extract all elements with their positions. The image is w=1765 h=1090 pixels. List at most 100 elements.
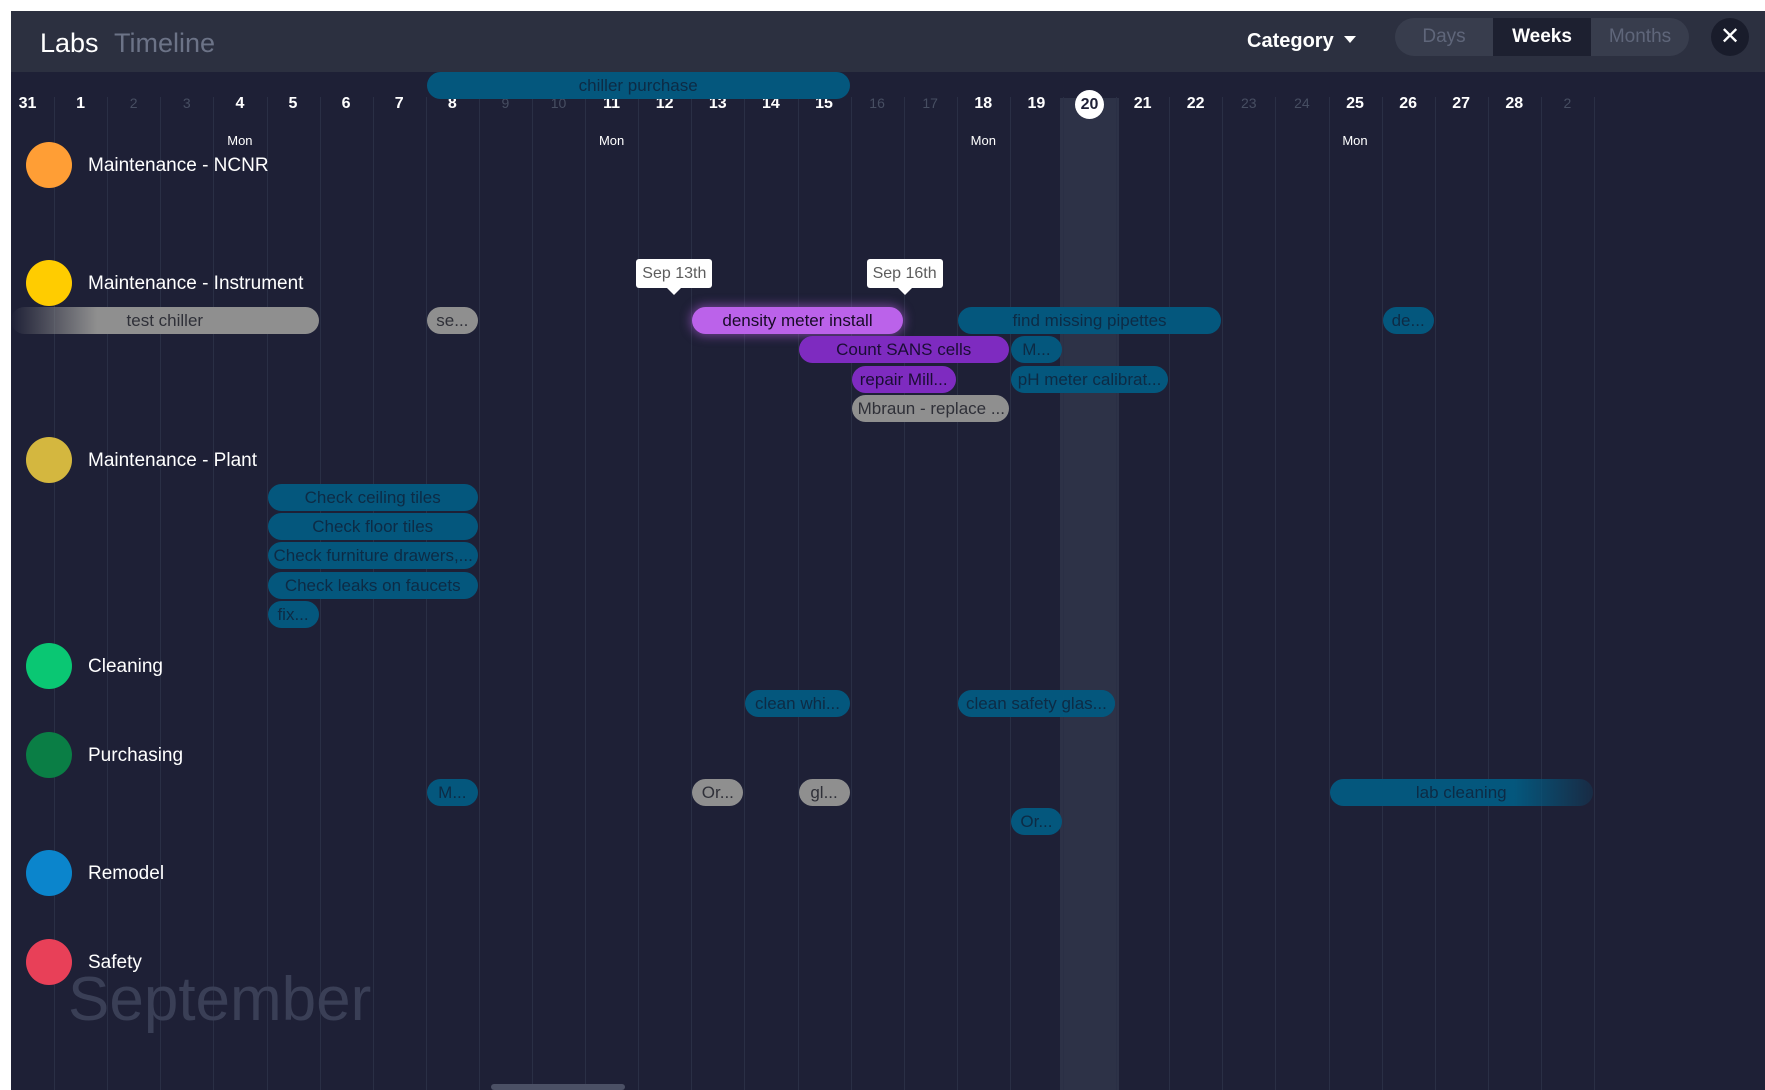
day-gridline [213, 97, 215, 1090]
day-label: 4 [235, 95, 245, 112]
day-gridline [532, 97, 533, 1090]
event-bar[interactable]: Count SANS cells [798, 336, 1009, 363]
weekday-label: Mon [970, 133, 996, 148]
category-label: Category [1247, 30, 1334, 52]
close-button[interactable]: ✕ [1711, 18, 1749, 56]
top-bar: Labs Timeline Category Days Weeks Months… [11, 11, 1765, 72]
event-bar[interactable]: pH meter calibrat... [1010, 366, 1169, 393]
day-gridline [266, 97, 268, 1090]
category-dropdown[interactable]: Category [1247, 25, 1356, 57]
event-bar[interactable]: Or... [692, 779, 744, 806]
category-color-dot [26, 939, 72, 985]
event-bar[interactable]: repair Mill... [851, 366, 956, 393]
app-brand: Labs [40, 28, 99, 58]
category-color-dot [26, 260, 72, 306]
category-name: Purchasing [88, 745, 184, 766]
event-bar[interactable]: Mbraun - replace ... [851, 395, 1009, 422]
today-marker: 20 [1075, 90, 1104, 119]
view-mode-switch: Days Weeks Months [1395, 18, 1689, 56]
event-bar[interactable]: find missing pipettes [957, 307, 1222, 334]
day-gridline [160, 97, 162, 1090]
day-label: 2 [129, 95, 138, 111]
day-label: 17 [922, 95, 938, 111]
event-bar[interactable]: clean safety glas... [957, 690, 1116, 717]
day-label: 28 [1505, 95, 1524, 112]
day-gridline [638, 97, 640, 1090]
category-name: Maintenance - Instrument [88, 273, 304, 294]
weekday-label: Mon [598, 133, 625, 148]
event-bar[interactable]: fix... [267, 601, 319, 628]
day-gridline [1328, 97, 1330, 1090]
day-label: 19 [1027, 95, 1046, 112]
category-color-dot [26, 732, 72, 778]
category-name: Maintenance - Plant [88, 450, 257, 471]
day-label: 31 [18, 95, 37, 112]
day-gridline [1063, 97, 1064, 1090]
day-label: 23 [1241, 95, 1257, 111]
day-gridline [1009, 97, 1011, 1090]
category-name: Maintenance - NCNR [88, 155, 269, 176]
event-bar[interactable]: lab cleaning [1329, 779, 1593, 806]
today-column-highlight [1060, 98, 1119, 1090]
day-gridline [1381, 97, 1383, 1090]
category-name: Remodel [88, 863, 165, 884]
day-gridline [585, 97, 587, 1090]
day-gridline [903, 97, 905, 1090]
month-watermark: September [68, 965, 372, 1034]
event-bar[interactable]: Check leaks on faucets [267, 572, 478, 599]
day-label: 2 [1563, 95, 1572, 111]
event-bar[interactable]: density meter install [692, 307, 903, 334]
event-bar[interactable]: de... [1382, 307, 1434, 334]
app-subtitle: Timeline [114, 28, 216, 58]
view-weeks-button[interactable]: Weeks [1493, 18, 1591, 56]
weekday-label: Mon [1342, 133, 1368, 148]
category-name: Cleaning [88, 656, 163, 677]
day-label: 21 [1133, 95, 1152, 112]
day-gridline [1116, 97, 1118, 1090]
category-color-dot [26, 850, 72, 896]
day-label: 18 [974, 95, 993, 112]
event-bar[interactable]: Check floor tiles [267, 513, 478, 540]
day-label: 7 [394, 95, 404, 112]
day-gridline [1222, 97, 1224, 1090]
day-gridline [1275, 97, 1277, 1090]
caret-down-icon [1343, 36, 1356, 44]
day-gridline [1434, 97, 1436, 1090]
timeline-app: Labs Timeline Category Days Weeks Months… [11, 11, 1765, 1090]
event-bar[interactable]: test chiller [11, 307, 319, 334]
day-gridline [956, 97, 958, 1090]
day-gridline [744, 97, 746, 1090]
category-color-dot [26, 643, 72, 689]
day-gridline [478, 97, 480, 1090]
day-label: 22 [1186, 95, 1205, 112]
day-label: 5 [288, 95, 298, 112]
day-label: 27 [1452, 95, 1471, 112]
day-gridline [1540, 97, 1542, 1090]
event-bar[interactable]: se... [426, 307, 478, 334]
day-label: 3 [182, 95, 191, 111]
day-label: 6 [341, 95, 351, 112]
timeline-grid[interactable]: 31 1 2 3 4 Mon 5 6 7 8 9 10 11 Mon 12 13 14 15 16 17 18 Mon 19… [11, 72, 1765, 1090]
event-bar[interactable]: Or... [1010, 808, 1062, 835]
day-gridline [1169, 97, 1171, 1090]
horizontal-scrollbar[interactable] [491, 1084, 625, 1090]
event-bar[interactable]: Check furniture drawers,... [267, 542, 478, 569]
event-bar[interactable]: M... [426, 779, 478, 806]
event-bar[interactable]: gl... [798, 779, 850, 806]
day-gridline [1594, 97, 1595, 1090]
day-label: 1 [76, 95, 86, 112]
day-gridline [797, 97, 799, 1090]
day-label: 25 [1346, 95, 1364, 112]
event-bar[interactable]: M... [1010, 336, 1062, 363]
day-gridline [850, 97, 852, 1090]
day-gridline [107, 97, 109, 1090]
event-bar[interactable]: chiller purchase [426, 72, 850, 99]
category-color-dot [26, 142, 72, 188]
event-bar[interactable]: Check ceiling tiles [267, 484, 478, 511]
close-icon: ✕ [1719, 23, 1741, 50]
day-label: 16 [869, 95, 885, 111]
event-bar[interactable]: clean whi... [745, 690, 850, 717]
day-label: 20 [1060, 90, 1119, 119]
view-months-button[interactable]: Months [1591, 18, 1689, 56]
view-days-button[interactable]: Days [1395, 18, 1493, 56]
